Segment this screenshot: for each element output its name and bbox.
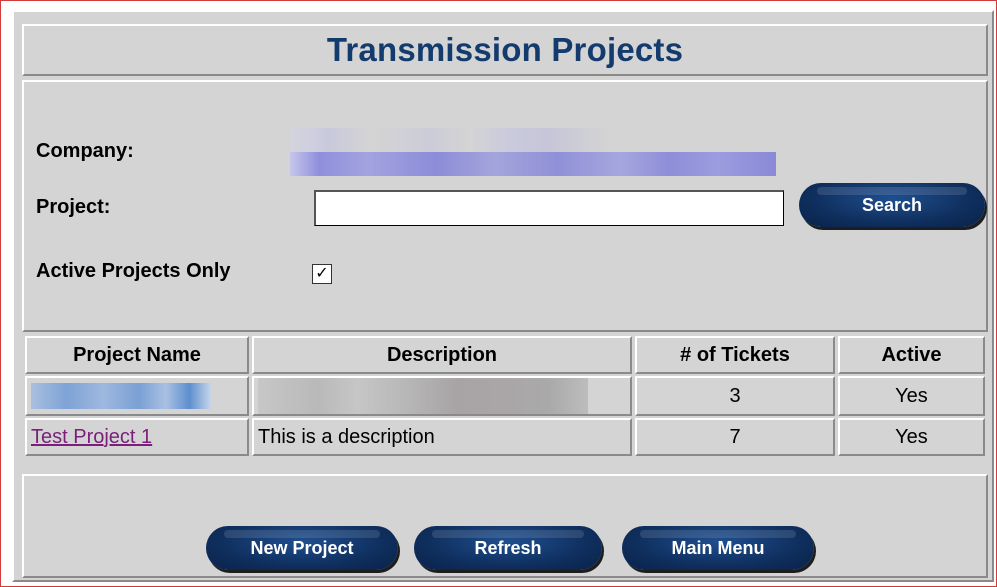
main-panel: Transmission Projects Company: Project: … [12,10,994,582]
column-header-description: Description [252,336,632,374]
project-name-link[interactable]: Test Project 1 [31,426,152,448]
page-title: Transmission Projects [326,31,684,68]
active-projects-only-checkbox[interactable]: ✓ [312,264,332,284]
refresh-button[interactable]: Refresh [414,526,602,570]
project-search-input[interactable] [314,190,784,226]
new-project-button[interactable]: New Project [206,526,398,570]
table-header-row: Project Name Description # of Tickets Ac… [25,336,985,374]
project-name-redacted[interactable] [31,383,211,409]
active-projects-only-label: Active Projects Only [36,260,231,282]
description-cell [252,376,632,416]
search-form: Company: Project: Search Active Projects… [22,80,988,332]
project-label: Project: [36,196,111,218]
company-value-redacted [290,128,776,184]
title-bar: Transmission Projects [22,24,988,76]
active-cell: Yes [838,418,985,456]
action-bar: New Project Refresh Main Menu [22,474,988,578]
project-name-cell: Test Project 1 [25,418,249,456]
company-label: Company: [36,140,134,162]
company-value-redacted-bottom [290,152,776,176]
projects-table: Project Name Description # of Tickets Ac… [22,334,988,458]
refresh-button-label: Refresh [474,537,542,558]
column-header-ticket-count: # of Tickets [635,336,835,374]
table-row: Test Project 1 This is a description 7 Y… [25,418,985,456]
column-header-project-name: Project Name [25,336,249,374]
project-name-cell[interactable] [25,376,249,416]
main-menu-button-label: Main Menu [671,537,765,558]
ticket-count-cell: 3 [635,376,835,416]
search-button[interactable]: Search [799,183,985,227]
check-icon: ✓ [315,265,329,282]
column-header-active: Active [838,336,985,374]
new-project-button-label: New Project [250,537,354,558]
ticket-count-cell: 7 [635,418,835,456]
search-button-label: Search [861,194,923,215]
description-cell: This is a description [252,418,632,456]
description-redacted [258,378,588,414]
main-menu-button[interactable]: Main Menu [622,526,814,570]
table-row: 3 Yes [25,376,985,416]
active-cell: Yes [838,376,985,416]
company-value-redacted-top [290,128,690,152]
